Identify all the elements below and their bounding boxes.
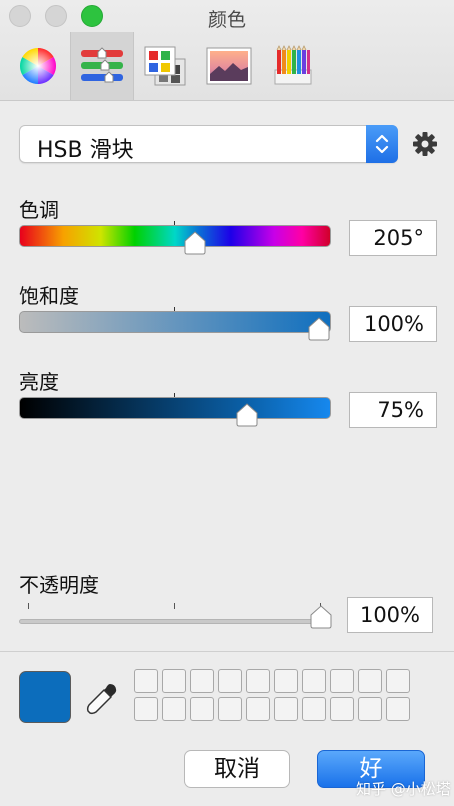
palettes-icon xyxy=(144,46,186,86)
brightness-label: 亮度 xyxy=(19,370,59,394)
toolbar-image-palettes[interactable] xyxy=(197,32,261,100)
custom-swatch-cell[interactable] xyxy=(274,669,298,693)
titlebar: 颜色 xyxy=(0,0,454,101)
custom-swatch-grid xyxy=(134,669,412,723)
custom-swatch-cell[interactable] xyxy=(358,697,382,721)
opacity-label: 不透明度 xyxy=(19,573,99,597)
current-color-well[interactable] xyxy=(19,671,71,723)
toolbar-color-palettes[interactable] xyxy=(133,32,197,100)
custom-swatch-cell[interactable] xyxy=(218,697,242,721)
custom-swatch-cell[interactable] xyxy=(302,697,326,721)
saturation-slider-track[interactable] xyxy=(19,311,331,333)
brightness-slider-thumb[interactable] xyxy=(235,403,259,427)
brightness-value-field[interactable]: 75% xyxy=(349,392,437,428)
custom-swatch-cell[interactable] xyxy=(218,669,242,693)
saturation-value-field[interactable]: 100% xyxy=(349,306,437,342)
gear-icon[interactable] xyxy=(412,131,438,157)
custom-swatch-cell[interactable] xyxy=(274,697,298,721)
divider xyxy=(0,651,454,652)
eyedropper-icon[interactable] xyxy=(86,681,120,715)
custom-swatch-cell[interactable] xyxy=(302,669,326,693)
custom-swatch-cell[interactable] xyxy=(386,669,410,693)
brightness-slider-track[interactable] xyxy=(19,397,331,419)
custom-swatch-cell[interactable] xyxy=(190,669,214,693)
opacity-slider-track[interactable] xyxy=(19,619,321,624)
watermark: 知乎 @小松塔 xyxy=(356,780,451,798)
custom-swatch-cell[interactable] xyxy=(358,669,382,693)
hue-value-field[interactable]: 205° xyxy=(349,220,437,256)
custom-swatch-cell[interactable] xyxy=(246,697,270,721)
opacity-tick-middle xyxy=(174,603,175,609)
mode-popup[interactable]: HSB 滑块 xyxy=(19,125,398,163)
cancel-button[interactable]: 取消 xyxy=(184,750,290,788)
image-icon xyxy=(206,47,252,85)
mode-popup-label: HSB 滑块 xyxy=(37,138,134,163)
saturation-slider-thumb[interactable] xyxy=(307,317,331,341)
custom-swatch-cell[interactable] xyxy=(134,697,158,721)
saturation-label: 饱和度 xyxy=(19,284,79,308)
custom-swatch-cell[interactable] xyxy=(134,669,158,693)
opacity-value-field[interactable]: 100% xyxy=(347,597,433,633)
custom-swatch-cell[interactable] xyxy=(386,697,410,721)
chevron-updown-icon xyxy=(375,134,389,154)
hue-slider-track[interactable] xyxy=(19,225,331,247)
picker-content: HSB 滑块 色调 205° 饱和度 100% 亮度 75% 不透明度 100%… xyxy=(0,101,454,806)
custom-swatch-cell[interactable] xyxy=(190,697,214,721)
opacity-tick-start xyxy=(28,603,29,609)
toolbar-color-sliders[interactable] xyxy=(70,32,134,100)
popup-arrows[interactable] xyxy=(366,125,398,163)
toolbar-pencils[interactable] xyxy=(261,32,325,100)
custom-swatch-cell[interactable] xyxy=(330,697,354,721)
custom-swatch-cell[interactable] xyxy=(162,697,186,721)
window-title: 颜色 xyxy=(207,9,246,31)
hue-label: 色调 xyxy=(19,198,59,222)
hue-slider-thumb[interactable] xyxy=(183,231,207,255)
custom-swatch-cell[interactable] xyxy=(162,669,186,693)
custom-swatch-cell[interactable] xyxy=(246,669,270,693)
color-wheel-icon xyxy=(19,47,57,85)
sliders-icon xyxy=(81,47,123,83)
custom-swatch-cell[interactable] xyxy=(330,669,354,693)
pencils-icon xyxy=(274,45,312,85)
opacity-slider-thumb[interactable] xyxy=(309,605,333,629)
toolbar-color-wheel[interactable] xyxy=(6,32,70,100)
